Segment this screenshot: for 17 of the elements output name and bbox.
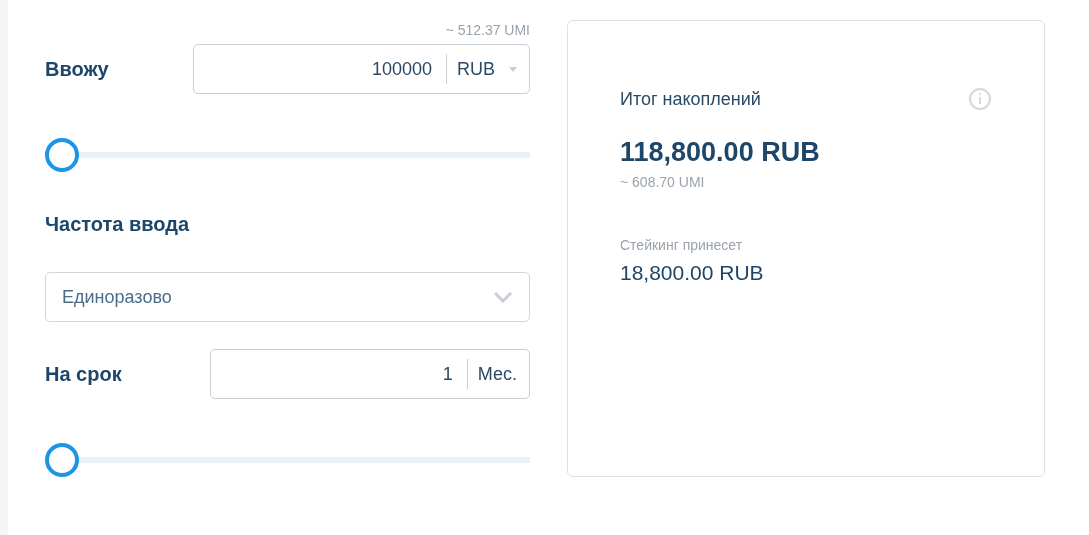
- info-icon[interactable]: [968, 87, 992, 111]
- deposit-label: Ввожу: [45, 57, 109, 81]
- slider-thumb[interactable]: [45, 443, 79, 477]
- term-field[interactable]: 1 Мес.: [210, 349, 530, 399]
- staking-amount: 18,800.00 RUB: [620, 261, 765, 285]
- slider-thumb[interactable]: [45, 138, 79, 172]
- frequency-label: Частота ввода: [45, 213, 190, 236]
- total-umi-estimate: ~ 608.70 UMI: [620, 174, 706, 190]
- total-amount: 118,800.00 RUB: [620, 137, 821, 168]
- umi-estimate: ~ 512.37 UMI: [445, 22, 530, 38]
- summary-title: Итог накоплений: [620, 88, 761, 110]
- chevron-down-icon: [493, 291, 513, 303]
- term-label: На срок: [45, 362, 122, 386]
- staking-label: Стейкинг принесет: [620, 237, 744, 253]
- amount-field[interactable]: 100000 RUB: [193, 44, 530, 94]
- frequency-select[interactable]: Единоразово: [45, 272, 530, 322]
- caret-icon: [509, 66, 517, 72]
